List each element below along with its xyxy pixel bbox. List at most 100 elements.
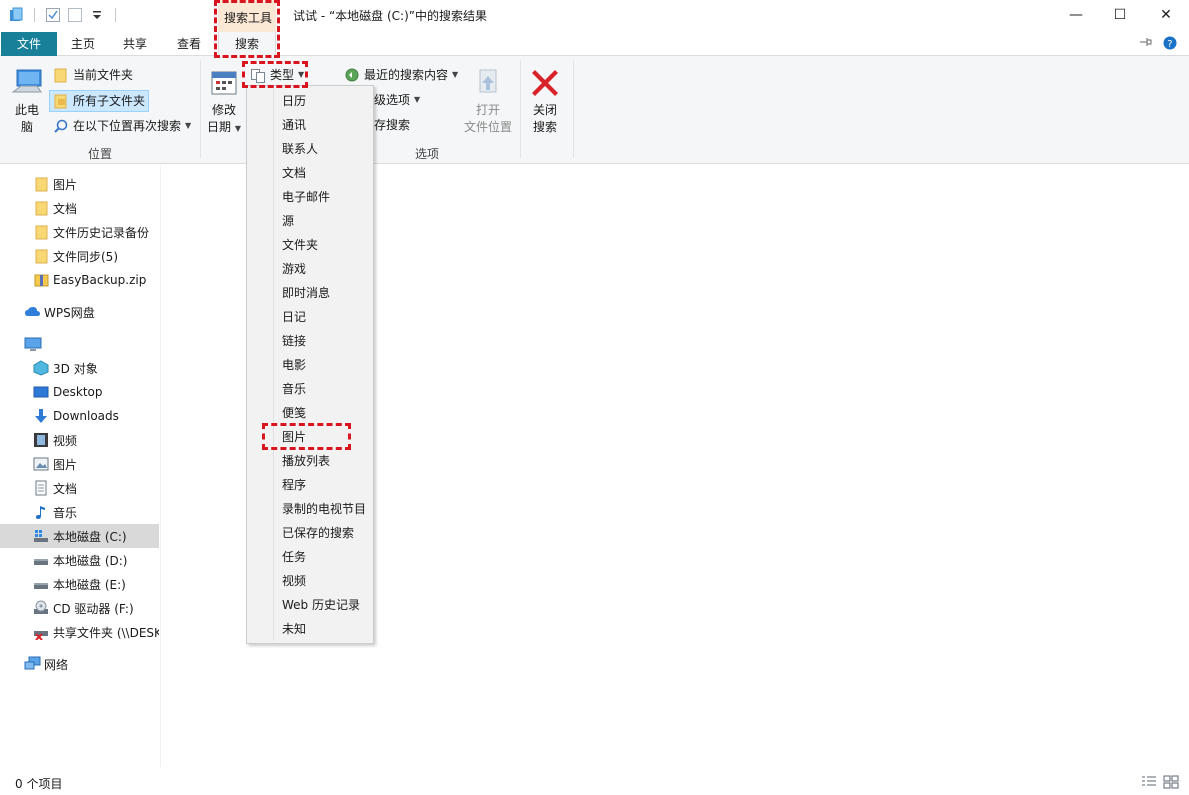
explorer-app-icon[interactable] bbox=[8, 7, 24, 23]
large-icons-view-icon[interactable] bbox=[1163, 775, 1179, 789]
kind-menu-item[interactable]: 电子邮件 bbox=[249, 185, 371, 209]
tab-share[interactable]: 共享 bbox=[112, 32, 158, 56]
advanced-options-button[interactable]: 级选项 ▼ bbox=[371, 89, 423, 111]
folder-icon bbox=[53, 67, 69, 83]
kind-menu-item[interactable]: 游戏 bbox=[249, 257, 371, 281]
kind-menu-item[interactable]: 联系人 bbox=[249, 137, 371, 161]
nav-item-label: WPS网盘 bbox=[44, 305, 95, 320]
nav-item-label: EasyBackup.zip bbox=[53, 273, 147, 287]
nav-item-shared-folder[interactable]: 共享文件夹 (\\DESK bbox=[0, 620, 159, 644]
nav-item-label: 文件历史记录备份 bbox=[53, 225, 150, 240]
drive-icon bbox=[33, 552, 49, 568]
kind-menu-item[interactable]: 图片 bbox=[249, 425, 371, 449]
this-pc-button[interactable]: 此电 脑 bbox=[8, 66, 46, 136]
nav-item-label: 视频 bbox=[53, 433, 78, 448]
nav-item-label: 文档 bbox=[53, 201, 78, 216]
kind-menu-item[interactable]: 文档 bbox=[249, 161, 371, 185]
kind-menu-item[interactable]: 链接 bbox=[249, 329, 371, 353]
tab-search[interactable]: 搜索 bbox=[218, 32, 276, 57]
recent-searches-button[interactable]: 最近的搜索内容 ▼ bbox=[341, 64, 461, 86]
nav-item-label: 文档 bbox=[53, 481, 78, 496]
properties-icon[interactable] bbox=[45, 7, 61, 23]
details-view-icon[interactable] bbox=[1141, 775, 1157, 789]
nav-item-pictures-qa[interactable]: 图片 bbox=[0, 172, 159, 196]
open-file-location-label-2: 文件位置 bbox=[463, 120, 512, 134]
item-count: 0 个项目 bbox=[15, 777, 63, 791]
network-icon bbox=[24, 656, 41, 672]
svg-text:?: ? bbox=[1167, 39, 1172, 50]
this-pc-label-1: 此电 bbox=[14, 103, 39, 117]
close-search-label-2: 搜索 bbox=[532, 120, 557, 134]
nav-item-desktop[interactable]: Desktop bbox=[0, 380, 159, 404]
kind-menu-item[interactable]: 未知 bbox=[249, 617, 371, 641]
kind-menu-item[interactable]: 视频 bbox=[249, 569, 371, 593]
help-icon[interactable]: ? bbox=[1163, 36, 1177, 53]
network-drive-disconnected-icon bbox=[33, 624, 49, 641]
kind-menu-item[interactable]: 源 bbox=[249, 209, 371, 233]
kind-menu-item[interactable]: 任务 bbox=[249, 545, 371, 569]
view-switcher bbox=[1141, 775, 1179, 789]
kind-menu-item[interactable]: 程序 bbox=[249, 473, 371, 497]
recent-searches-label: 最近的搜索内容 bbox=[364, 68, 449, 82]
kind-label: 类型 bbox=[270, 68, 295, 82]
location-group-label: 位置 bbox=[87, 147, 112, 161]
kind-menu-item[interactable]: 录制的电视节目 bbox=[249, 497, 371, 521]
kind-menu-item[interactable]: 音乐 bbox=[249, 377, 371, 401]
customize-qat-icon[interactable] bbox=[89, 7, 105, 23]
ribbon-group-divider bbox=[573, 60, 574, 158]
nav-item-easybackup[interactable]: EasyBackup.zip bbox=[0, 268, 159, 292]
search-again-button[interactable]: 在以下位置再次搜索 ▼ bbox=[50, 115, 194, 137]
save-search-button[interactable]: 存搜索 bbox=[371, 114, 413, 136]
current-folder-button[interactable]: 当前文件夹 bbox=[50, 64, 136, 86]
nav-item-local-disk-e[interactable]: 本地磁盘 (E:) bbox=[0, 572, 159, 596]
nav-item-local-disk-c[interactable]: 本地磁盘 (C:) bbox=[0, 524, 159, 548]
nav-item-3d-objects[interactable]: 3D 对象 bbox=[0, 356, 159, 380]
nav-item-documents[interactable]: 文档 bbox=[0, 476, 159, 500]
kind-button[interactable]: 类型 ▼ bbox=[247, 64, 307, 86]
maximize-button[interactable]: ☐ bbox=[1097, 0, 1143, 30]
kind-menu-item[interactable]: 通讯 bbox=[249, 113, 371, 137]
kind-menu-item[interactable]: 便笺 bbox=[249, 401, 371, 425]
nav-item-pictures[interactable]: 图片 bbox=[0, 452, 159, 476]
current-folder-label: 当前文件夹 bbox=[73, 68, 134, 82]
new-folder-icon[interactable] bbox=[67, 7, 83, 23]
kind-menu-item[interactable]: 电影 bbox=[249, 353, 371, 377]
kind-menu-item[interactable]: 文件夹 bbox=[249, 233, 371, 257]
qat-divider-2 bbox=[115, 8, 116, 22]
kind-menu-item[interactable]: 播放列表 bbox=[249, 449, 371, 473]
nav-item-wps-cloud[interactable]: WPS网盘 bbox=[0, 300, 159, 324]
kind-menu-item[interactable]: 日历 bbox=[249, 89, 371, 113]
nav-item-videos[interactable]: 视频 bbox=[0, 428, 159, 452]
nav-item-label: Downloads bbox=[53, 409, 119, 423]
nav-item-file-sync[interactable]: 文件同步(5) bbox=[0, 244, 159, 268]
nav-item-documents-qa[interactable]: 文档 bbox=[0, 196, 159, 220]
quick-access-toolbar bbox=[8, 7, 120, 23]
nav-item-this-pc[interactable] bbox=[0, 332, 159, 356]
tab-file[interactable]: 文件 bbox=[1, 32, 57, 56]
tab-view[interactable]: 查看 bbox=[166, 32, 212, 56]
nav-item-label: 共享文件夹 (\\DESK bbox=[53, 625, 159, 640]
nav-item-cd-drive[interactable]: CD 驱动器 (F:) bbox=[0, 596, 159, 620]
nav-item-label: 3D 对象 bbox=[53, 361, 98, 376]
subfolders-icon bbox=[53, 93, 69, 109]
nav-item-downloads[interactable]: Downloads bbox=[0, 404, 159, 428]
minimize-button[interactable]: — bbox=[1053, 0, 1099, 30]
ribbon-search: 此电 脑 当前文件夹 所有子文件夹 在以下位置再次搜索 ▼ 位置 修改 日期 ▼… bbox=[0, 56, 1189, 164]
nav-item-music[interactable]: 音乐 bbox=[0, 500, 159, 524]
pin-ribbon-icon[interactable] bbox=[1139, 36, 1153, 53]
close-window-button[interactable]: ✕ bbox=[1143, 0, 1189, 30]
ribbon-group-divider bbox=[520, 60, 521, 158]
close-search-button[interactable]: 关闭 搜索 bbox=[526, 66, 564, 136]
date-modified-button[interactable]: 修改 日期 ▼ bbox=[205, 66, 243, 137]
all-subfolders-button[interactable]: 所有子文件夹 bbox=[49, 90, 150, 112]
kind-menu-item[interactable]: 即时消息 bbox=[249, 281, 371, 305]
open-file-location-button[interactable]: 打开 文件位置 bbox=[460, 66, 516, 136]
nav-item-network[interactable]: 网络 bbox=[0, 652, 159, 676]
nav-item-label: CD 驱动器 (F:) bbox=[53, 601, 134, 616]
kind-menu-item[interactable]: Web 历史记录 bbox=[249, 593, 371, 617]
tab-home[interactable]: 主页 bbox=[60, 32, 106, 56]
kind-menu-item[interactable]: 日记 bbox=[249, 305, 371, 329]
nav-item-file-history[interactable]: 文件历史记录备份 bbox=[0, 220, 159, 244]
nav-item-local-disk-d[interactable]: 本地磁盘 (D:) bbox=[0, 548, 159, 572]
kind-menu-item[interactable]: 已保存的搜索 bbox=[249, 521, 371, 545]
